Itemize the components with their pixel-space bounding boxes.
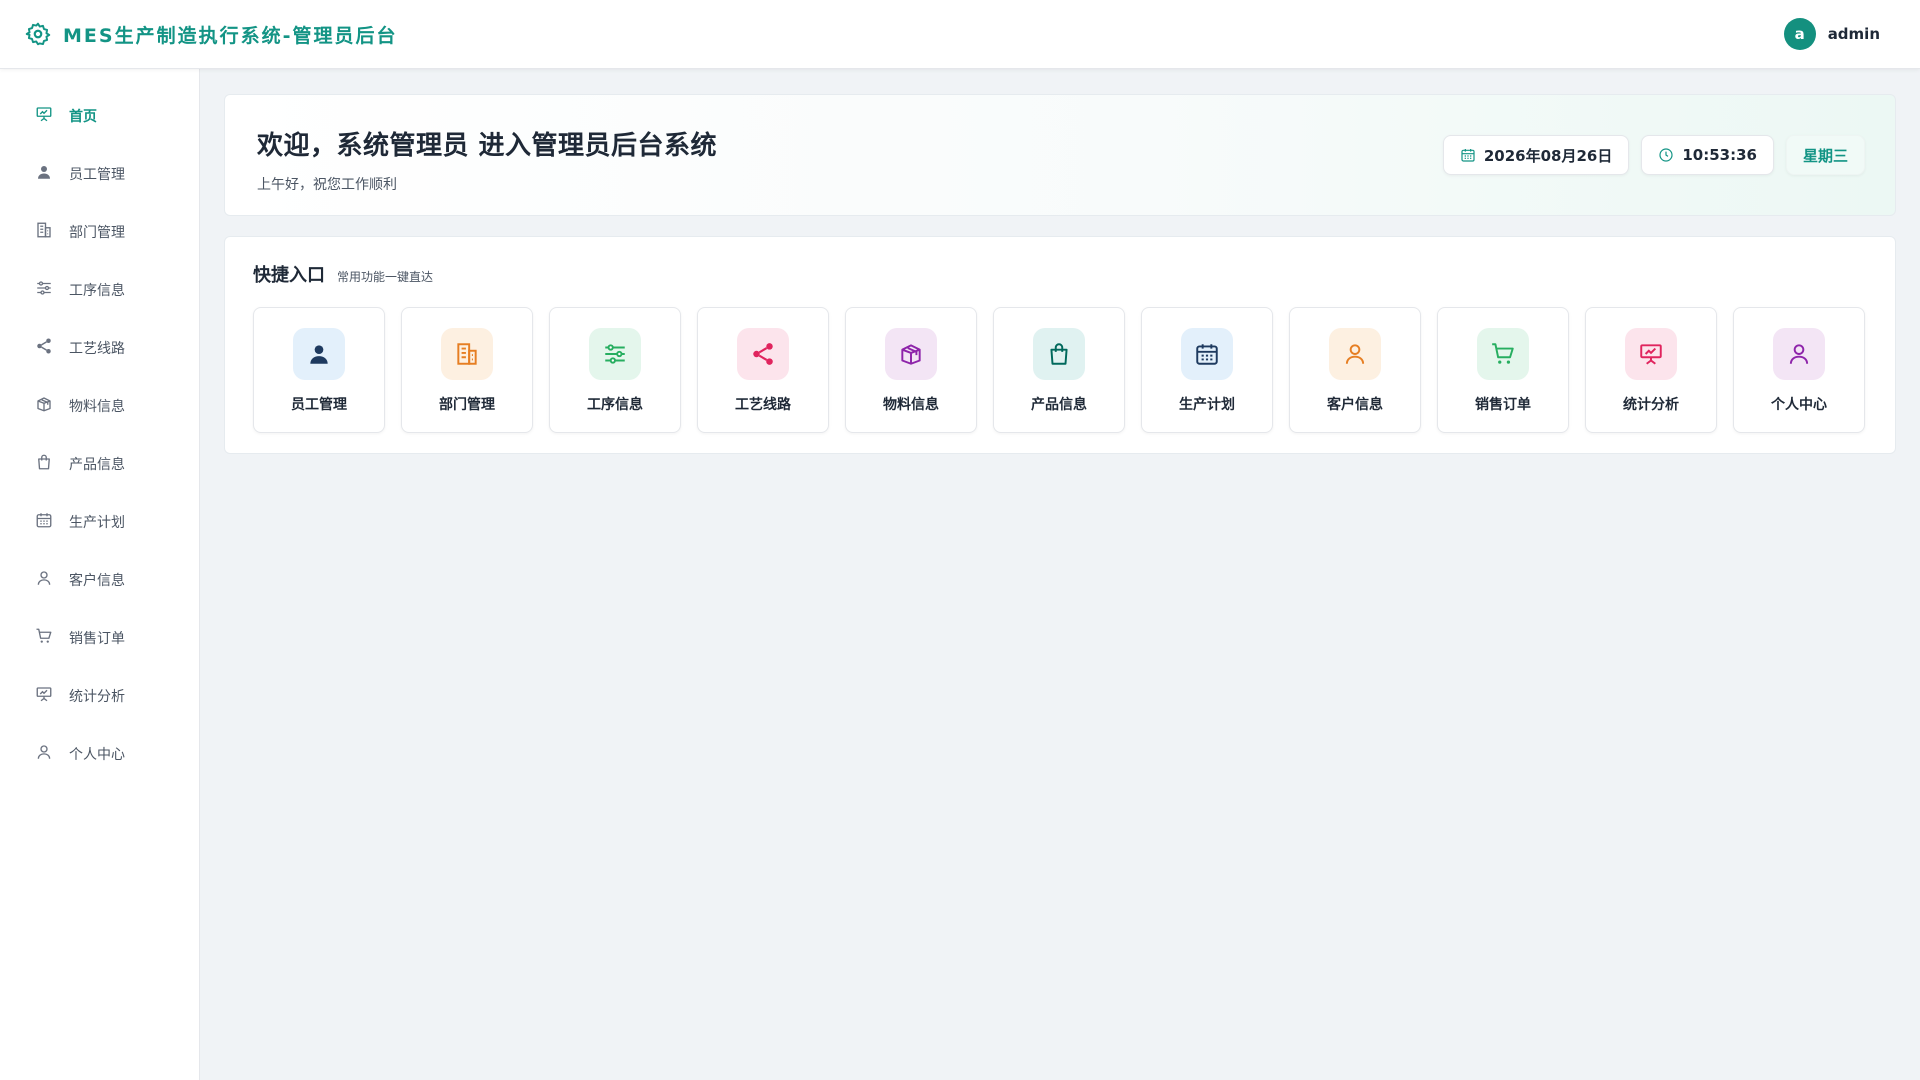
time-pill: 10:53:36 — [1641, 135, 1774, 175]
calendar-icon — [1460, 147, 1476, 163]
brand[interactable]: MES生产制造执行系统-管理员后台 — [25, 21, 397, 48]
sidebar-item-label: 员工管理 — [69, 167, 125, 183]
quick-access-card[interactable]: 物料信息 — [845, 307, 977, 433]
quick-access-card[interactable]: 统计分析 — [1585, 307, 1717, 433]
quick-access-title: 快捷入口 — [253, 265, 325, 286]
quick-access-cards: 员工管理 部门管理 工序信息 工艺线路 物料信息 产品信息 生产计划 客户信息 销售订单 统计分析… — [253, 307, 1867, 433]
welcome-subtitle: 上午好，祝您工作顺利 — [257, 177, 397, 193]
sidebar-item-label: 产品信息 — [69, 457, 125, 473]
username[interactable]: admin — [1828, 25, 1880, 43]
quick-access-card-label: 销售订单 — [1475, 397, 1531, 413]
cart-icon — [35, 627, 53, 649]
date-text: 2026年08月26日 — [1483, 146, 1613, 165]
user-solid-icon — [35, 163, 53, 185]
quick-access-subtitle: 常用功能一键直达 — [337, 270, 434, 284]
top-header: MES生产制造执行系统-管理员后台 a admin — [0, 0, 1920, 69]
welcome-banner: 欢迎，系统管理员 进入管理员后台系统 上午好，祝您工作顺利 2026年08月26… — [224, 94, 1896, 216]
quick-access-card[interactable]: 工艺线路 — [697, 307, 829, 433]
sidebar-item[interactable]: 统计分析 — [0, 667, 199, 725]
sidebar-item-label: 销售订单 — [69, 631, 125, 647]
quick-access-card-label: 员工管理 — [291, 397, 347, 413]
box-icon — [35, 395, 53, 417]
quick-access-card-label: 工序信息 — [587, 397, 643, 413]
quick-access-header: 快捷入口 常用功能一键直达 — [253, 261, 1867, 287]
sidebar-item[interactable]: 生产计划 — [0, 493, 199, 551]
quick-access-card-label: 工艺线路 — [735, 397, 791, 413]
date-pill: 2026年08月26日 — [1442, 135, 1630, 175]
weekday-pill: 星期三 — [1785, 135, 1865, 175]
quick-access-panel: 快捷入口 常用功能一键直达 员工管理 部门管理 工序信息 工艺线路 物料信息 产品信息 生产… — [224, 236, 1896, 454]
sidebar-item-label: 部门管理 — [69, 225, 125, 241]
user-outline-icon — [35, 743, 53, 765]
cart-icon — [1477, 328, 1529, 380]
presentation-icon — [35, 105, 53, 127]
quick-access-card-label: 统计分析 — [1623, 397, 1679, 413]
quick-access-card[interactable]: 客户信息 — [1289, 307, 1421, 433]
building-icon — [35, 221, 53, 243]
sidebar-item[interactable]: 工序信息 — [0, 261, 199, 319]
sidebar-item-label: 个人中心 — [69, 747, 125, 763]
calendar-icon — [35, 511, 53, 533]
user-outline-icon — [1773, 328, 1825, 380]
user-solid-icon — [293, 328, 345, 380]
presentation-icon — [35, 685, 53, 707]
sidebar-item-label: 客户信息 — [69, 573, 125, 589]
quick-access-card[interactable]: 个人中心 — [1733, 307, 1865, 433]
sidebar-item[interactable]: 物料信息 — [0, 377, 199, 435]
sidebar-item-label: 工序信息 — [69, 283, 125, 299]
quick-access-card-label: 客户信息 — [1327, 397, 1383, 413]
shopping-bag-icon — [35, 453, 53, 475]
quick-access-card[interactable]: 产品信息 — [993, 307, 1125, 433]
building-icon — [441, 328, 493, 380]
quick-access-card[interactable]: 部门管理 — [401, 307, 533, 433]
sidebar-item-label: 首页 — [69, 109, 97, 125]
sidebar-item[interactable]: 客户信息 — [0, 551, 199, 609]
clock-icon — [1658, 147, 1674, 163]
quick-access-card-label: 部门管理 — [439, 397, 495, 413]
datetime-pills: 2026年08月26日 10:53:36 星期三 — [1442, 135, 1865, 175]
quick-access-card-label: 生产计划 — [1179, 397, 1235, 413]
avatar[interactable]: a — [1783, 18, 1816, 50]
presentation-icon — [1625, 328, 1677, 380]
user-outline-icon — [1329, 328, 1381, 380]
sidebar-item[interactable]: 首页 — [0, 87, 199, 145]
quick-access-card[interactable]: 销售订单 — [1437, 307, 1569, 433]
sidebar-item[interactable]: 部门管理 — [0, 203, 199, 261]
weekday-text: 星期三 — [1802, 146, 1848, 165]
sidebar-item[interactable]: 员工管理 — [0, 145, 199, 203]
sidebar-item-label: 生产计划 — [69, 515, 125, 531]
quick-access-card[interactable]: 生产计划 — [1141, 307, 1273, 433]
time-text: 10:53:36 — [1682, 146, 1757, 164]
app-title: MES生产制造执行系统-管理员后台 — [63, 24, 398, 47]
sidebar: 首页员工管理部门管理工序信息工艺线路物料信息产品信息生产计划客户信息销售订单统计… — [0, 69, 200, 1080]
quick-access-card-label: 物料信息 — [883, 397, 939, 413]
calendar-icon — [1181, 328, 1233, 380]
sliders-icon — [589, 328, 641, 380]
sidebar-item-label: 物料信息 — [69, 399, 125, 415]
sliders-icon — [35, 279, 53, 301]
sidebar-item[interactable]: 产品信息 — [0, 435, 199, 493]
sidebar-item[interactable]: 销售订单 — [0, 609, 199, 667]
share-icon — [35, 337, 53, 359]
box-icon — [885, 328, 937, 380]
quick-access-card[interactable]: 员工管理 — [253, 307, 385, 433]
user-outline-icon — [35, 569, 53, 591]
quick-access-card[interactable]: 工序信息 — [549, 307, 681, 433]
sidebar-item-label: 统计分析 — [69, 689, 125, 705]
quick-access-card-label: 个人中心 — [1771, 397, 1827, 413]
user-menu[interactable]: a admin — [1783, 18, 1895, 50]
sidebar-item[interactable]: 工艺线路 — [0, 319, 199, 377]
shopping-bag-icon — [1033, 328, 1085, 380]
sidebar-item-label: 工艺线路 — [69, 341, 125, 357]
quick-access-card-label: 产品信息 — [1031, 397, 1087, 413]
gear-icon — [25, 21, 51, 47]
share-icon — [737, 328, 789, 380]
sidebar-item[interactable]: 个人中心 — [0, 725, 199, 783]
